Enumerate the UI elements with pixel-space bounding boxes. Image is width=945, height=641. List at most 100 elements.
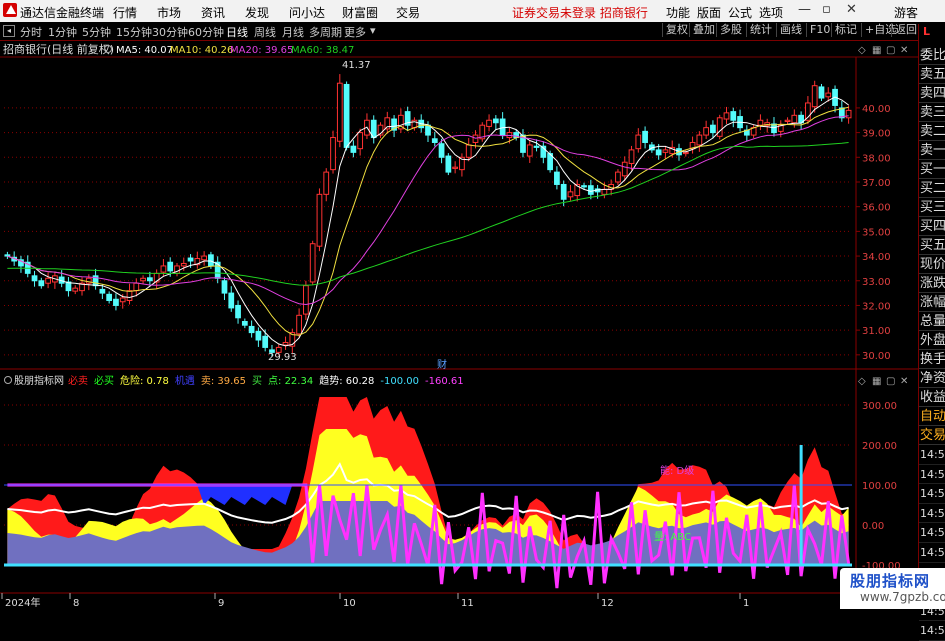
close-chart-icon[interactable]: ✕ xyxy=(900,45,908,56)
candle-body[interactable] xyxy=(255,330,262,341)
sidebar-item-11[interactable]: 现价 xyxy=(919,255,945,274)
candle-body[interactable] xyxy=(330,137,336,171)
sidebar-item-18[interactable]: 收益 xyxy=(919,388,945,407)
sidebar-item-19[interactable]: 自动 xyxy=(919,407,945,426)
candle-body[interactable] xyxy=(45,277,51,284)
sidebar-item-5[interactable]: 卖一 xyxy=(919,141,945,160)
candle-body[interactable] xyxy=(126,290,133,302)
menu-formula[interactable]: 公式 xyxy=(728,4,752,21)
candle-body[interactable] xyxy=(703,127,710,136)
menu-news[interactable]: 资讯 xyxy=(201,4,225,21)
menu-layout[interactable]: 版面 xyxy=(697,4,721,21)
tool-draw[interactable]: 画线 xyxy=(776,23,802,37)
maximize-chart-icon[interactable]: ▢ xyxy=(886,45,895,56)
sidebar-item-13[interactable]: 涨幅 xyxy=(919,293,945,312)
indicator-grid-icon[interactable]: ▦ xyxy=(872,376,881,387)
candle-body[interactable] xyxy=(119,297,126,303)
layout-grid-icon[interactable]: ▦ xyxy=(872,45,881,56)
indicator-close-icon[interactable]: ✕ xyxy=(900,376,908,387)
indicator-title[interactable]: 股朋指标网 xyxy=(14,374,64,387)
sidebar-item-7[interactable]: 买二 xyxy=(919,179,945,198)
candle-body[interactable] xyxy=(438,143,445,158)
candle-body[interactable] xyxy=(38,280,45,287)
menu-market[interactable]: 市场 xyxy=(157,4,181,21)
stock-title[interactable]: 招商银行(日线 前复权) xyxy=(3,42,114,56)
candle-body[interactable] xyxy=(336,82,343,142)
candle-body[interactable] xyxy=(492,118,499,124)
candle-body[interactable] xyxy=(296,314,302,335)
candle-body[interactable] xyxy=(499,118,506,136)
period-30min[interactable]: 30分钟 xyxy=(152,24,188,40)
candle-body[interactable] xyxy=(621,161,628,177)
candle-body[interactable] xyxy=(581,185,587,188)
candle-body[interactable] xyxy=(472,134,479,143)
candle-body[interactable] xyxy=(682,151,689,155)
menu-ask[interactable]: 问小达 xyxy=(289,4,325,21)
collapse-arrow-icon[interactable]: ◂ xyxy=(3,25,15,37)
tool-back[interactable]: 返回 xyxy=(891,23,917,37)
candle-body[interactable] xyxy=(4,254,11,257)
candle-body[interactable] xyxy=(323,171,330,195)
sidebar-item-15[interactable]: 外盘 xyxy=(919,331,945,350)
minimize-icon[interactable]: — xyxy=(798,2,811,17)
indicator-maximize-icon[interactable]: ▢ xyxy=(886,376,895,387)
candle-body[interactable] xyxy=(316,193,323,247)
guest-user[interactable]: 游客 xyxy=(894,4,918,21)
period-monthly[interactable]: 月线 xyxy=(282,24,304,40)
sidebar-item-6[interactable]: 买一 xyxy=(919,160,945,179)
period-5min[interactable]: 5分钟 xyxy=(82,24,111,40)
sidebar-item-4[interactable]: 卖二 xyxy=(919,122,945,141)
candle-body[interactable] xyxy=(180,262,187,267)
candle-body[interactable] xyxy=(282,341,289,346)
candle-body[interactable] xyxy=(818,86,825,99)
candle-body[interactable] xyxy=(526,144,533,157)
candle-body[interactable] xyxy=(72,287,79,292)
candle-body[interactable] xyxy=(187,257,194,262)
candle-body[interactable] xyxy=(662,149,669,153)
candle-body[interactable] xyxy=(696,134,703,146)
candle-body[interactable] xyxy=(811,85,818,108)
candle-body[interactable] xyxy=(221,280,228,294)
candle-body[interactable] xyxy=(567,191,574,198)
menu-function[interactable]: 功能 xyxy=(666,4,690,21)
candle-body[interactable] xyxy=(723,112,730,120)
sidebar-item-3[interactable]: 卖三 xyxy=(919,103,945,122)
candle-body[interactable] xyxy=(208,254,214,267)
tool-stats[interactable]: 统计 xyxy=(746,23,772,37)
candle-body[interactable] xyxy=(431,138,438,143)
menu-trade[interactable]: 交易 xyxy=(396,4,420,21)
candle-body[interactable] xyxy=(160,265,167,273)
period-weekly[interactable]: 周线 xyxy=(254,24,276,40)
tool-adjust[interactable]: 复权 xyxy=(662,23,688,37)
menu-wealth[interactable]: 财富圈 xyxy=(342,4,378,21)
sidebar-item-12[interactable]: 涨跌 xyxy=(919,274,945,293)
candle-body[interactable] xyxy=(146,277,153,282)
candle-body[interactable] xyxy=(716,117,723,137)
menu-options[interactable]: 选项 xyxy=(759,4,783,21)
candle-body[interactable] xyxy=(533,145,540,148)
restore-icon[interactable]: ▫ xyxy=(822,2,831,17)
candle-body[interactable] xyxy=(554,171,560,185)
sidebar-item-20[interactable]: 交易 xyxy=(919,426,945,445)
candle-body[interactable] xyxy=(357,132,364,150)
candle-body[interactable] xyxy=(642,130,648,143)
indicator-zoom-icon[interactable]: ◇ xyxy=(858,376,866,387)
candle-body[interactable] xyxy=(303,285,309,315)
candle-body[interactable] xyxy=(167,261,174,272)
candle-body[interactable] xyxy=(241,320,248,326)
candle-body[interactable] xyxy=(201,255,208,261)
more-dropdown-icon[interactable]: ▾ xyxy=(370,24,376,37)
candle-body[interactable] xyxy=(710,124,716,134)
candle-body[interactable] xyxy=(343,83,350,148)
chart-area[interactable]: 招商银行(日线 前复权) MA5: 40.07 MA10: 40.26 MA20… xyxy=(0,41,918,613)
zoom-out-icon[interactable]: ◇ xyxy=(858,45,866,56)
tool-f10[interactable]: F10 xyxy=(806,23,830,37)
period-multi[interactable]: 多周期 xyxy=(309,24,342,40)
candle-body[interactable] xyxy=(845,109,852,119)
chart-svg[interactable]: 招商银行(日线 前复权) MA5: 40.07 MA10: 40.26 MA20… xyxy=(0,41,918,609)
candle-body[interactable] xyxy=(113,298,119,306)
period-15min[interactable]: 15分钟 xyxy=(116,24,152,40)
candle-body[interactable] xyxy=(309,243,316,283)
candle-body[interactable] xyxy=(235,304,241,319)
candle-body[interactable] xyxy=(425,124,431,136)
